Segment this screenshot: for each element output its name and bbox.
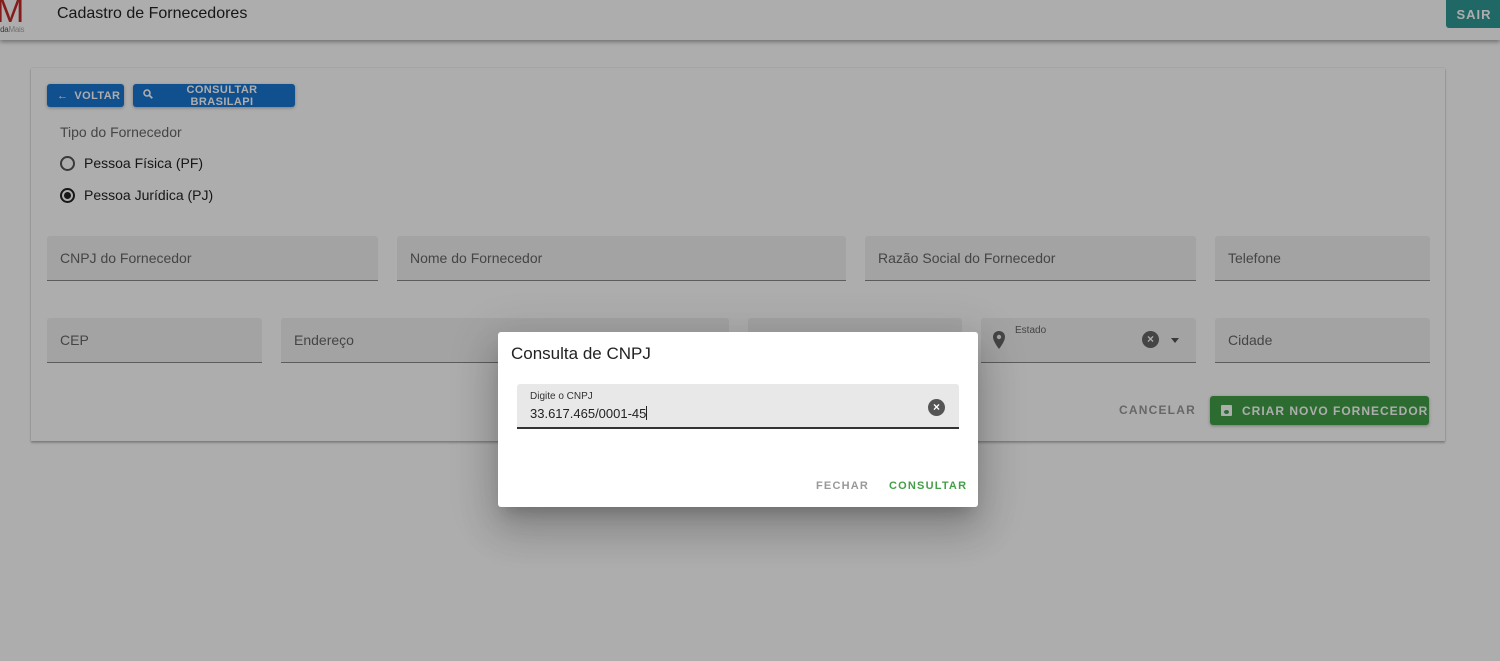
clear-icon[interactable]: × (928, 399, 945, 416)
modal-backdrop[interactable] (0, 0, 1500, 661)
cnpj-input-value[interactable]: 33.617.465/0001-45 (530, 406, 647, 421)
submit-lookup-button[interactable]: CONSULTAR (889, 480, 967, 492)
cnpj-input-label: Digite o CNPJ (530, 391, 593, 402)
dialog-title: Consulta de CNPJ (511, 344, 651, 363)
cnpj-lookup-dialog: Consulta de CNPJ Digite o CNPJ 33.617.46… (498, 332, 978, 507)
close-dialog-button[interactable]: FECHAR (816, 480, 869, 492)
cnpj-input[interactable]: Digite o CNPJ 33.617.465/0001-45 × (517, 384, 959, 429)
